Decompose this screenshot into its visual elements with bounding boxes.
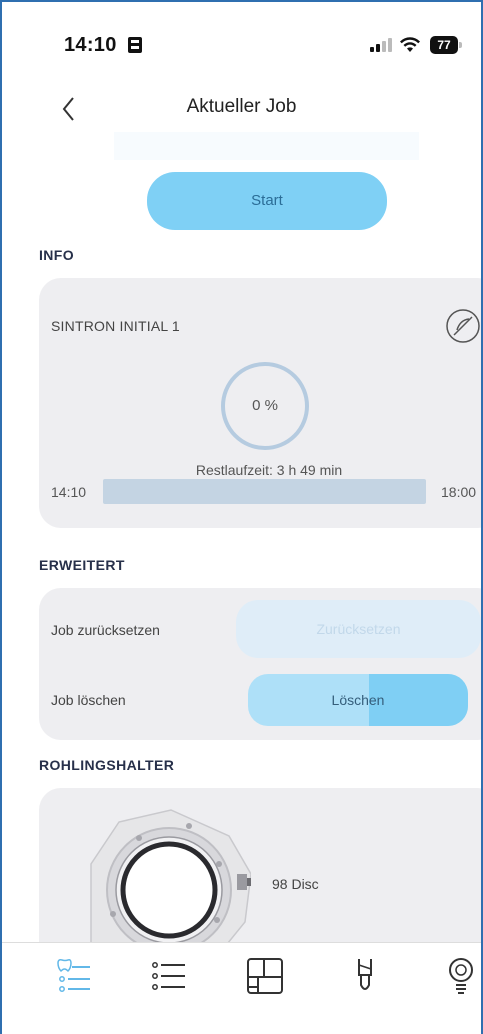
wifi-icon bbox=[400, 37, 420, 52]
holder-label: 98 Disc bbox=[272, 876, 319, 892]
layout-icon[interactable] bbox=[244, 955, 286, 997]
progress-text: 0 % bbox=[252, 397, 278, 414]
prohibited-icon[interactable] bbox=[443, 306, 483, 346]
delete-button-label: Löschen bbox=[331, 692, 385, 708]
lightbulb-icon[interactable] bbox=[440, 955, 482, 997]
delete-button[interactable]: Löschen bbox=[248, 674, 468, 726]
reset-button[interactable]: Zurücksetzen bbox=[236, 600, 481, 658]
tooth-list-icon[interactable] bbox=[52, 955, 94, 997]
milling-tool-icon[interactable] bbox=[344, 955, 386, 997]
job-name: SINTRON INITIAL 1 bbox=[51, 318, 180, 334]
delete-label: Job löschen bbox=[51, 692, 126, 708]
disc-holder-image bbox=[90, 809, 251, 964]
screen: 14:10 77 Aktueller Job Start INFO SINTRO… bbox=[0, 0, 483, 1034]
sim-card-icon bbox=[128, 37, 142, 53]
subtitle-placeholder bbox=[114, 132, 419, 160]
battery-icon: 77 bbox=[430, 36, 462, 54]
page-title: Aktueller Job bbox=[186, 96, 297, 117]
reset-label: Job zurücksetzen bbox=[51, 622, 160, 638]
section-title-info: INFO bbox=[39, 247, 75, 263]
remaining-time: Restlaufzeit: 3 h 49 min bbox=[195, 462, 343, 478]
status-bar: 14:10 77 bbox=[2, 2, 481, 82]
list-icon[interactable] bbox=[147, 955, 189, 997]
header: Aktueller Job bbox=[2, 92, 481, 132]
time-start: 14:10 bbox=[51, 484, 87, 500]
status-time: 14:10 bbox=[64, 34, 117, 56]
info-card: SINTRON INITIAL 1 0 % Restlaufzeit: 3 h … bbox=[39, 278, 483, 528]
bottom-nav bbox=[2, 942, 481, 1034]
time-end: 18:00 bbox=[441, 484, 477, 500]
signal-icon bbox=[370, 38, 392, 52]
advanced-card: Job zurücksetzen Zurücksetzen Job lösche… bbox=[39, 588, 481, 740]
start-button[interactable]: Start bbox=[147, 172, 387, 230]
progress-ring: 0 % bbox=[221, 362, 309, 450]
section-title-advanced: ERWEITERT bbox=[39, 557, 125, 573]
time-progress-bar bbox=[103, 479, 426, 504]
section-title-holder: ROHLINGSHALTER bbox=[39, 757, 175, 773]
